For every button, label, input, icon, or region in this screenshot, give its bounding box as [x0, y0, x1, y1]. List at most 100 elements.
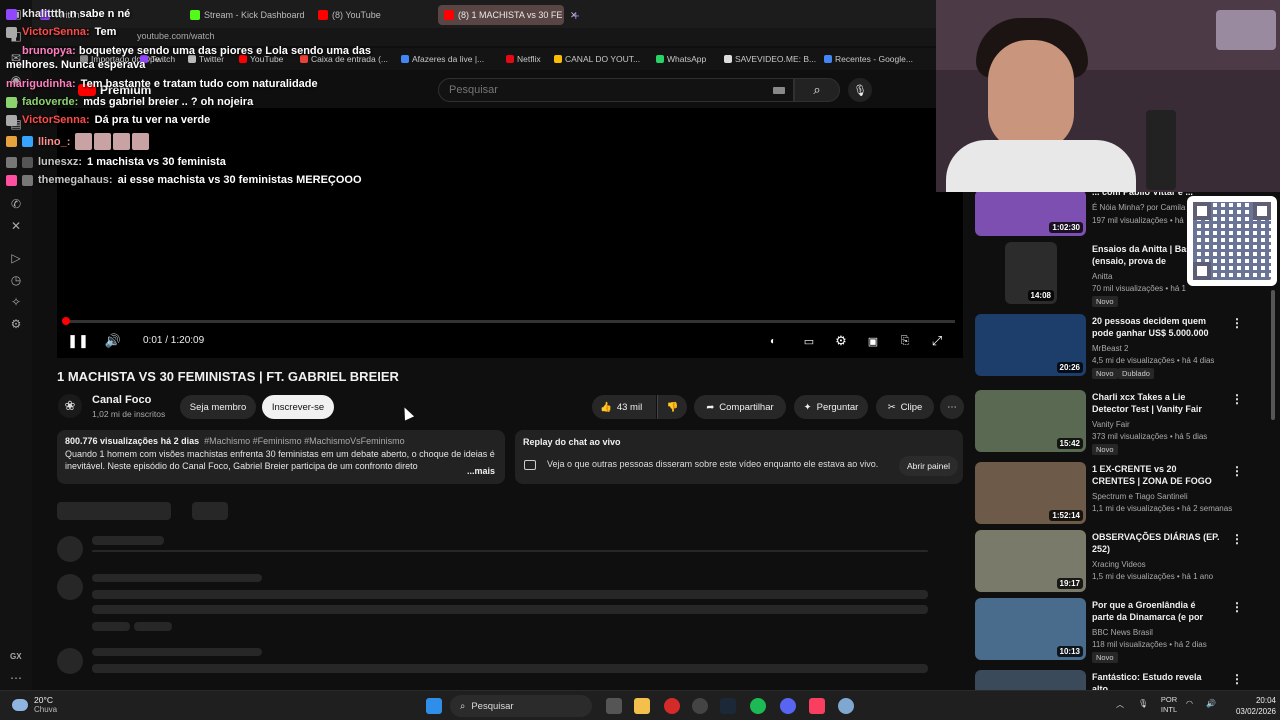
open-panel-button[interactable]: Abrir painel: [899, 456, 958, 476]
sidebar-scrollbar[interactable]: [1271, 290, 1275, 420]
join-button[interactable]: Seja membro: [180, 395, 256, 419]
address-url[interactable]: youtube.com/watch: [137, 31, 215, 41]
discord-icon[interactable]: [780, 698, 796, 714]
tray-chevron-icon[interactable]: ︿: [1116, 699, 1124, 710]
x-icon[interactable]: ✕: [8, 218, 24, 234]
clock[interactable]: 20:04 03/02/2026: [1228, 695, 1276, 717]
tab-video-active[interactable]: (8) 1 MACHISTA vs 30 FE: [438, 5, 564, 25]
kick-icon: [190, 10, 200, 20]
settings-button[interactable]: ⚙: [830, 332, 852, 350]
progress-scrubber[interactable]: [62, 317, 70, 325]
subscribe-button[interactable]: Inscrever-se: [262, 395, 334, 419]
voice-search-button[interactable]: 🎙: [848, 78, 872, 102]
video-thumbnail[interactable]: [975, 670, 1086, 690]
video-thumbnail[interactable]: 20:26: [975, 314, 1086, 376]
obs-icon[interactable]: [692, 698, 708, 714]
bookmark-google[interactable]: Recentes - Google...: [824, 54, 913, 64]
taskbar-search[interactable]: ⌕ Pesquisar: [450, 695, 592, 717]
cast-button[interactable]: ⎘: [894, 332, 916, 350]
file-explorer-icon[interactable]: [634, 698, 650, 714]
description-box[interactable]: 800.776 visualizações há 2 dias #Machism…: [57, 430, 505, 484]
video-menu-icon[interactable]: ⋮: [1231, 464, 1243, 478]
video-thumbnail[interactable]: 1:02:30: [975, 190, 1086, 236]
video-thumbnail[interactable]: 14:08: [1005, 242, 1057, 304]
autoplay-toggle[interactable]: ◐: [762, 332, 784, 350]
windows-start-icon[interactable]: [426, 698, 442, 714]
language-indicator[interactable]: POR INTL: [1158, 695, 1180, 715]
video-player[interactable]: ❚❚ 🔊 0:01 / 1:20:09 ◐ ▭ ⚙ ▣ ⎘ ⤢: [57, 108, 963, 358]
miniplayer-button[interactable]: ▣: [862, 332, 884, 350]
volume-icon[interactable]: 🔊: [1206, 699, 1216, 708]
chat-message: marigudinha: Tem bastante e tratam tudo …: [6, 78, 318, 90]
recommendation-item[interactable]: 10:13 Por que a Groenlândia é parte da D…: [975, 598, 1275, 664]
bookmark-savevideo[interactable]: SAVEVIDEO.ME: B...: [724, 54, 816, 64]
share-icon: ➦: [706, 401, 715, 413]
whatsapp-icon[interactable]: ✆: [8, 196, 24, 212]
bookmark-netflix[interactable]: Netflix: [506, 54, 541, 64]
app-icon[interactable]: [838, 698, 854, 714]
recommendation-item[interactable]: 20:26 20 pessoas decidem quem pode ganha…: [975, 314, 1275, 380]
bookmark-canal[interactable]: CANAL DO YOUT...: [554, 54, 640, 64]
search-button[interactable]: ⌕: [794, 78, 840, 102]
opera-gx-icon[interactable]: [664, 698, 680, 714]
pause-button[interactable]: ❚❚: [67, 332, 89, 350]
video-thumbnail[interactable]: 1:52:14: [975, 462, 1086, 524]
clip-button[interactable]: ✂ Clipe: [876, 395, 934, 419]
progress-bar[interactable]: [62, 317, 955, 325]
bookmark-whatsapp[interactable]: WhatsApp: [656, 54, 706, 64]
skeleton-bar: [92, 622, 130, 631]
subtitles-button[interactable]: ▭: [798, 332, 820, 350]
recommendation-item[interactable]: Fantástico: Estudo revela alto ⋮: [975, 670, 1275, 690]
play-icon[interactable]: ▷: [8, 250, 24, 266]
gx-icon[interactable]: GX: [10, 652, 22, 661]
more-icon[interactable]: ⋯: [8, 670, 24, 686]
settings-icon[interactable]: ⚙: [8, 316, 24, 332]
task-view-icon[interactable]: [606, 698, 622, 714]
channel-avatar[interactable]: ❀: [58, 394, 82, 418]
streamer-face: [988, 40, 1074, 150]
skeleton-avatar: [57, 574, 83, 600]
volume-button[interactable]: 🔊: [102, 332, 124, 350]
video-thumbnail[interactable]: 10:13: [975, 598, 1086, 660]
keyboard-icon[interactable]: [773, 87, 785, 94]
wifi-icon[interactable]: ◠: [1186, 699, 1193, 708]
share-button[interactable]: ➦ Compartilhar: [694, 395, 786, 419]
tray-mic-icon[interactable]: 🎙: [1138, 699, 1148, 708]
video-menu-icon[interactable]: ⋮: [1231, 672, 1243, 686]
chat-message: brunopya: boqueteye sendo uma das piores…: [6, 45, 372, 71]
more-actions-button[interactable]: ⋯: [940, 395, 964, 419]
recommendation-item[interactable]: 19:17 OBSERVAÇÕES DIÁRIAS (EP. 252) Xrac…: [975, 530, 1275, 596]
description-tags[interactable]: #Machismo #Feminismo #MachismoVsFeminism…: [204, 436, 405, 446]
search-box[interactable]: [438, 78, 794, 102]
description-text: Quando 1 homem com visões machistas enfr…: [65, 449, 495, 471]
video-thumbnail[interactable]: 15:42: [975, 390, 1086, 452]
video-menu-icon[interactable]: ⋮: [1231, 600, 1243, 614]
like-button[interactable]: 👍 43 mil: [592, 395, 656, 419]
recommendation-item[interactable]: 15:42 Charli xcx Takes a Lie Detector Te…: [975, 390, 1275, 456]
video-menu-icon[interactable]: ⋮: [1231, 316, 1243, 330]
spotify-icon[interactable]: [750, 698, 766, 714]
channel-name[interactable]: Canal Foco: [92, 394, 151, 406]
description-more-button[interactable]: ...mais: [463, 466, 495, 476]
new-tab-button[interactable]: +: [566, 5, 582, 25]
video-menu-icon[interactable]: ⋮: [1231, 532, 1243, 546]
clock-icon[interactable]: ◷: [8, 272, 24, 288]
recommendation-item[interactable]: 1:52:14 1 EX-CRENTE vs 20 CRENTES | ZONA…: [975, 462, 1275, 528]
weather-widget[interactable]: 20°C Chuva: [12, 695, 57, 715]
chat-message: themegahaus: ai esse machista vs 30 femi…: [6, 174, 362, 186]
steam-icon[interactable]: [720, 698, 736, 714]
badge-icon: [6, 8, 17, 20]
ask-button[interactable]: ✦ Perguntar: [794, 395, 868, 419]
webcam-overlay: [936, 0, 1280, 192]
video-thumbnail[interactable]: 19:17: [975, 530, 1086, 592]
search-input[interactable]: [439, 79, 739, 101]
emote-icon: [94, 133, 112, 150]
tab-youtube[interactable]: (8) YouTube: [312, 5, 432, 25]
tab-kick[interactable]: Stream - Kick Dashboard: [184, 5, 306, 25]
music-app-icon[interactable]: [809, 698, 825, 714]
dislike-button[interactable]: 👎: [657, 395, 687, 419]
qr-corner: [1253, 202, 1271, 220]
extension-icon[interactable]: ✧: [8, 294, 24, 310]
fullscreen-button[interactable]: ⤢: [926, 332, 948, 350]
video-menu-icon[interactable]: ⋮: [1231, 392, 1243, 406]
